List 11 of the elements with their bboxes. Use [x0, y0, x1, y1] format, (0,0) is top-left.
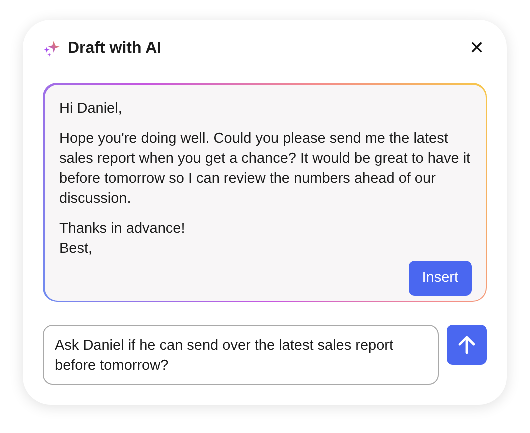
- prompt-field[interactable]: Ask Daniel if he can send over the latest sales report before tomorrow?: [43, 325, 440, 385]
- closing-text: Thanks in advance!: [60, 220, 186, 238]
- arrow-up-icon: [458, 335, 476, 355]
- dialog-title: Draft with AI: [68, 40, 163, 58]
- closing-text: Best,: [60, 240, 94, 258]
- greeting-text: Hi Daniel,: [60, 100, 124, 118]
- close-button[interactable]: ✕: [467, 38, 487, 60]
- body-text: Hope you're doing well. Could you please send me the latest sales report when you get a chance? It would be great to have it before tomorrow so I can review the numbers ahead of our discussion.: [60, 130, 472, 208]
- sparkle-icon: [43, 40, 61, 58]
- insert-button[interactable]: Insert: [409, 260, 472, 296]
- send-button[interactable]: [447, 325, 487, 365]
